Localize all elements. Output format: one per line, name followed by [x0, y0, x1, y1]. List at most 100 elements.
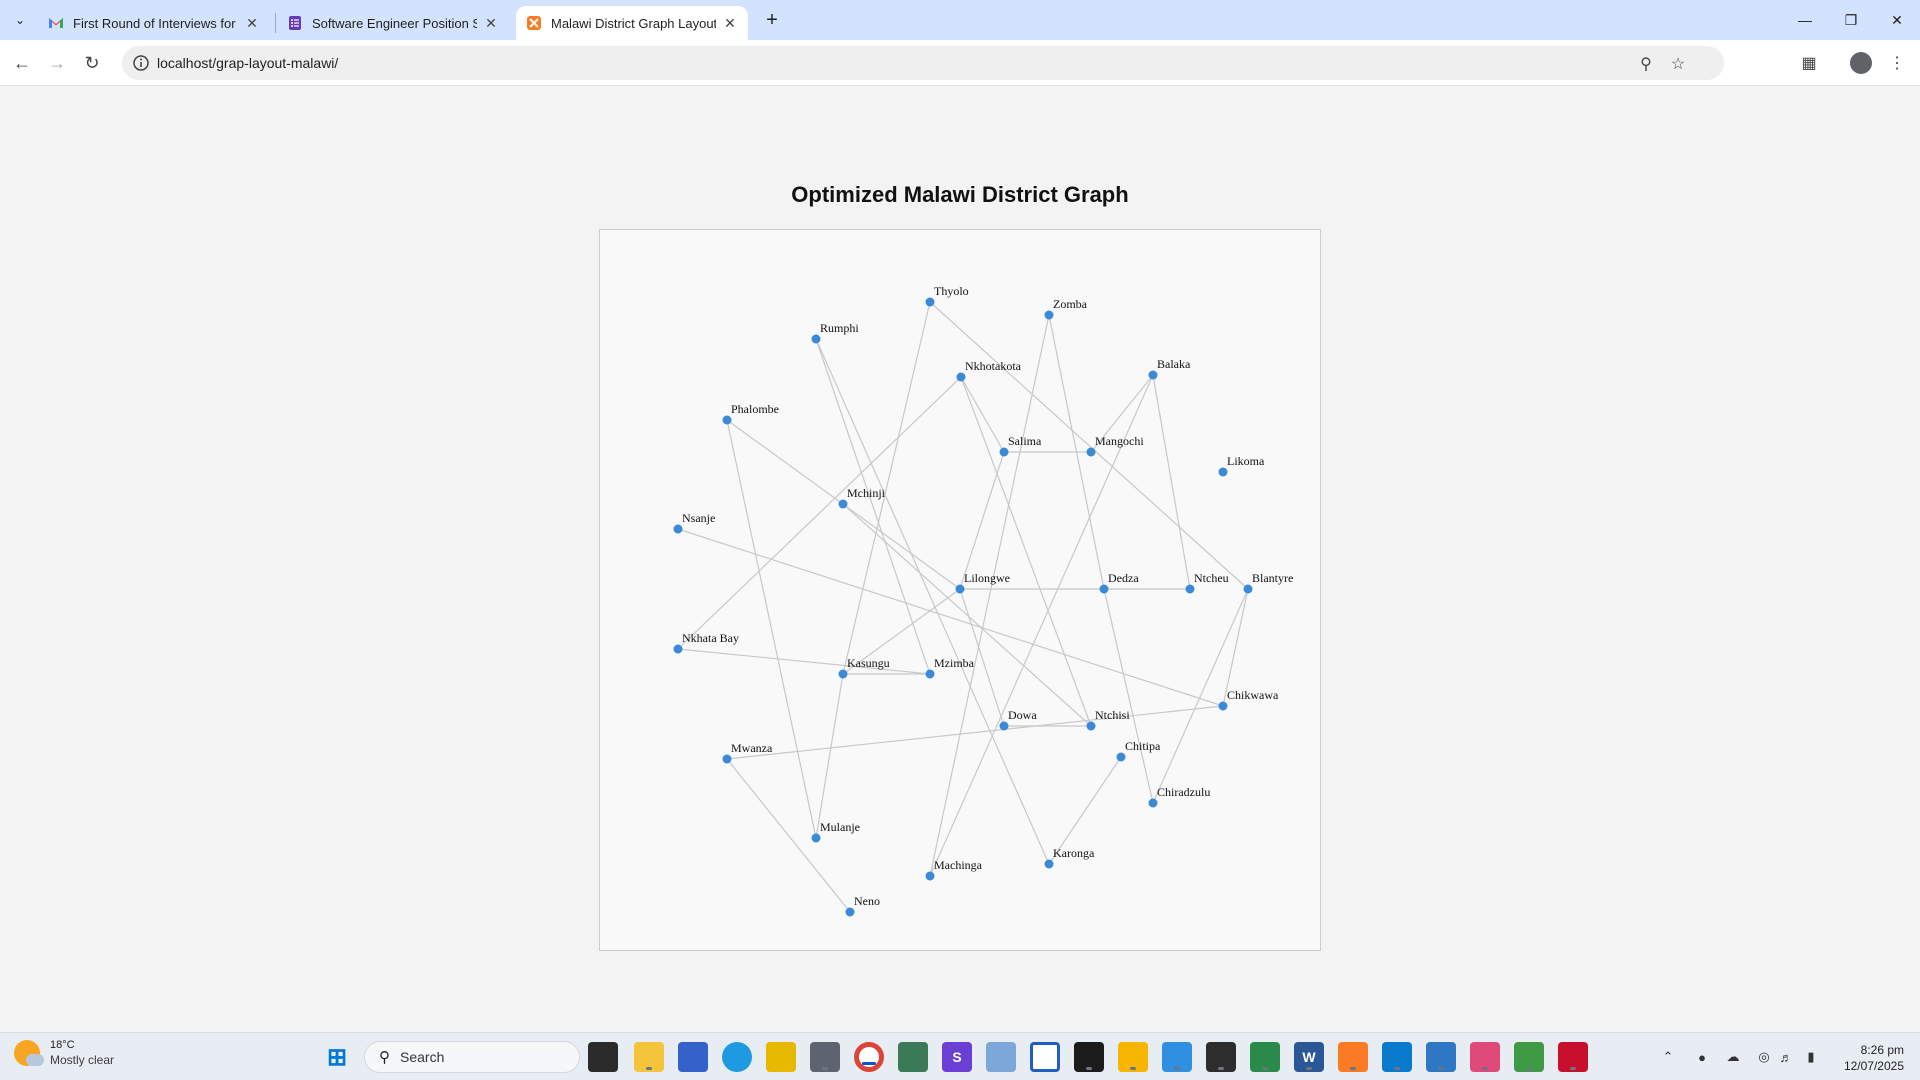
- app-icon[interactable]: [1514, 1042, 1544, 1072]
- graph-node[interactable]: Mangochi: [1086, 434, 1145, 457]
- app-icon[interactable]: [986, 1042, 1016, 1072]
- new-tab-button[interactable]: +: [758, 8, 786, 32]
- taskbar-search[interactable]: ⚲ Search: [364, 1041, 580, 1073]
- tab-close-icon[interactable]: ✕: [244, 15, 260, 31]
- graph-node[interactable]: Chitipa: [1116, 739, 1162, 762]
- word-icon[interactable]: W: [1294, 1042, 1324, 1072]
- restore-icon[interactable]: ❐: [1828, 6, 1874, 34]
- zoom-icon[interactable]: ⚲: [1636, 54, 1656, 74]
- app-icon[interactable]: S: [942, 1042, 972, 1072]
- xampp-taskbar-icon[interactable]: [1338, 1042, 1368, 1072]
- graph-node[interactable]: Thyolo: [925, 284, 969, 307]
- node-dot[interactable]: [956, 372, 966, 382]
- tab-malawi-graph[interactable]: Malawi District Graph Layout ✕: [516, 6, 748, 40]
- node-dot[interactable]: [1086, 721, 1096, 731]
- tab-close-icon[interactable]: ✕: [722, 15, 738, 31]
- app-icon[interactable]: [898, 1042, 928, 1072]
- extensions-icon[interactable]: ▦: [1796, 50, 1822, 76]
- weather-widget[interactable]: 18°C Mostly clear: [14, 1039, 114, 1067]
- node-dot[interactable]: [1116, 752, 1126, 762]
- node-dot[interactable]: [811, 334, 821, 344]
- app-icon[interactable]: [1250, 1042, 1280, 1072]
- tray-chevron-icon[interactable]: ⌃: [1658, 1047, 1678, 1067]
- node-dot[interactable]: [673, 524, 683, 534]
- node-dot[interactable]: [1185, 584, 1195, 594]
- tab-list-chevron-icon[interactable]: ⌄: [8, 8, 32, 32]
- graph-node[interactable]: Ntchisi: [1086, 708, 1131, 731]
- url-text[interactable]: localhost/grap-layout-malawi/: [157, 55, 338, 71]
- profile-avatar[interactable]: [1848, 50, 1874, 76]
- node-dot[interactable]: [1148, 370, 1158, 380]
- graph-node[interactable]: Karonga: [1044, 846, 1095, 869]
- graph-node[interactable]: Kasungu: [838, 656, 890, 679]
- node-dot[interactable]: [811, 833, 821, 843]
- node-dot[interactable]: [838, 499, 848, 509]
- node-dot[interactable]: [925, 669, 935, 679]
- graph-node[interactable]: Nsanje: [673, 511, 716, 534]
- address-bar[interactable]: localhost/grap-layout-malawi/ ⚲ ☆: [122, 46, 1724, 80]
- node-dot[interactable]: [999, 721, 1009, 731]
- app-icon[interactable]: [1426, 1042, 1456, 1072]
- graph-node[interactable]: Likoma: [1218, 454, 1265, 477]
- node-dot[interactable]: [925, 871, 935, 881]
- browser-menu-icon[interactable]: ⋮: [1884, 50, 1910, 76]
- graph-node[interactable]: Mwanza: [722, 741, 773, 764]
- node-dot[interactable]: [838, 669, 848, 679]
- app-icon[interactable]: [1030, 1042, 1060, 1072]
- node-dot[interactable]: [1218, 467, 1228, 477]
- graph-node[interactable]: Phalombe: [722, 402, 780, 425]
- notepad-icon[interactable]: [1162, 1042, 1192, 1072]
- node-dot[interactable]: [1086, 447, 1096, 457]
- graph-node[interactable]: Mzimba: [925, 656, 975, 679]
- graph-node[interactable]: Dowa: [999, 708, 1038, 731]
- node-dot[interactable]: [1243, 584, 1253, 594]
- node-dot[interactable]: [1044, 310, 1054, 320]
- tab-gmail[interactable]: First Round of Interviews for So ✕: [38, 6, 270, 40]
- app-icon[interactable]: [678, 1042, 708, 1072]
- graph-node[interactable]: Salima: [999, 434, 1043, 457]
- network-icon[interactable]: ◎: [1754, 1047, 1774, 1067]
- forward-arrow-icon[interactable]: →: [43, 49, 71, 77]
- vscode-icon[interactable]: [1382, 1042, 1412, 1072]
- node-dot[interactable]: [1044, 859, 1054, 869]
- battery-icon[interactable]: ▮: [1801, 1047, 1821, 1067]
- graph-node[interactable]: Mchinji: [838, 486, 886, 509]
- graph-node[interactable]: Machinga: [925, 858, 983, 881]
- graph-node[interactable]: Lilongwe: [955, 571, 1011, 594]
- tab-google-forms[interactable]: Software Engineer Position Scre ✕: [277, 6, 509, 40]
- node-dot[interactable]: [1218, 701, 1228, 711]
- node-dot[interactable]: [722, 754, 732, 764]
- graph-node[interactable]: Chiradzulu: [1148, 785, 1211, 808]
- reload-icon[interactable]: ↻: [78, 49, 106, 77]
- tab-close-icon[interactable]: ✕: [483, 15, 499, 31]
- graph-node[interactable]: Zomba: [1044, 297, 1088, 320]
- minimize-icon[interactable]: —: [1782, 6, 1828, 34]
- window-close-icon[interactable]: ✕: [1874, 6, 1920, 34]
- node-dot[interactable]: [955, 584, 965, 594]
- node-dot[interactable]: [999, 447, 1009, 457]
- tray-app-icon[interactable]: ●: [1692, 1047, 1712, 1067]
- graph-node[interactable]: Dedza: [1099, 571, 1140, 594]
- graph-node[interactable]: Rumphi: [811, 321, 860, 344]
- start-windows-icon[interactable]: ⊞: [322, 1042, 352, 1072]
- terminal-icon[interactable]: [1206, 1042, 1236, 1072]
- node-dot[interactable]: [845, 907, 855, 917]
- graph-node[interactable]: Ntcheu: [1185, 571, 1229, 594]
- sticky-notes-icon[interactable]: [1118, 1042, 1148, 1072]
- acrobat-icon[interactable]: [1558, 1042, 1588, 1072]
- edge-browser-icon[interactable]: [722, 1042, 752, 1072]
- node-dot[interactable]: [722, 415, 732, 425]
- back-arrow-icon[interactable]: ←: [8, 49, 36, 77]
- app-icon[interactable]: [1074, 1042, 1104, 1072]
- volume-icon[interactable]: ♬: [1776, 1047, 1796, 1067]
- taskbar-clock[interactable]: 8:26 pm 12/07/2025: [1844, 1042, 1904, 1074]
- graph-node[interactable]: Blantyre: [1243, 571, 1294, 594]
- chrome-icon[interactable]: [854, 1042, 884, 1072]
- graph-node[interactable]: Chikwawa: [1218, 688, 1279, 711]
- app-icon[interactable]: [766, 1042, 796, 1072]
- snipping-tool-icon[interactable]: [1470, 1042, 1500, 1072]
- app-icon[interactable]: [810, 1042, 840, 1072]
- site-info-icon[interactable]: [132, 54, 150, 72]
- node-dot[interactable]: [1148, 798, 1158, 808]
- graph-node[interactable]: Neno: [845, 894, 881, 917]
